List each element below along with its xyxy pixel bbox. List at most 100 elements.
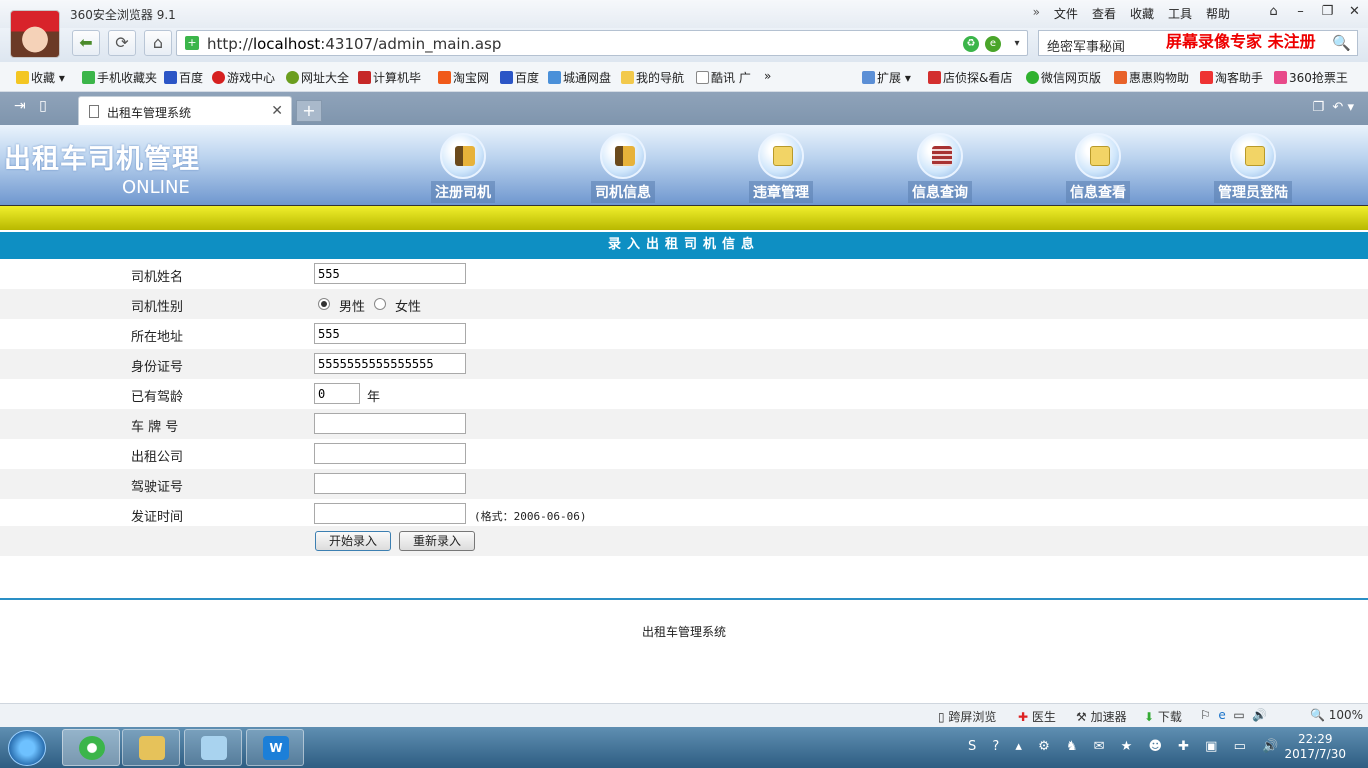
issue-date-input[interactable] <box>314 503 466 524</box>
home-button[interactable]: ⌂ <box>144 30 172 56</box>
taskbar-notepad[interactable] <box>184 729 242 766</box>
dropdown-chevron-icon[interactable]: ▾ <box>1009 36 1025 52</box>
clock-time: 22:29 <box>1297 732 1333 746</box>
menu-more[interactable]: » <box>1033 5 1040 22</box>
company-label: 出租公司 <box>131 450 184 465</box>
menu-view[interactable]: 查看 <box>1092 5 1116 22</box>
accelerator-button[interactable]: ⚒ 加速器 <box>1076 708 1127 725</box>
tab-active[interactable]: 出租车管理系统 ✕ <box>78 96 292 125</box>
clock-date: 2017/7/30 <box>1284 747 1346 761</box>
nav-driver-info[interactable]: 司机信息 <box>573 133 673 203</box>
new-tab-button[interactable]: + <box>296 100 322 122</box>
cross-screen-button[interactable]: ▯ 跨屏浏览 <box>938 708 996 725</box>
download-button[interactable]: ⬇ 下载 <box>1144 708 1182 725</box>
web-page: 出租车司机管理 ONLINE 注册司机 司机信息 违章管理 信息查询 信息查看 … <box>0 125 1368 703</box>
plate-label: 车 牌 号 <box>131 420 179 435</box>
doctor-button[interactable]: ✚ 医生 <box>1018 708 1056 725</box>
form-row-issue-date: 发证时间 (格式：2006-06-06) <box>0 499 1368 529</box>
maximize-button[interactable]: ❐ <box>1314 0 1341 24</box>
bookmark-item[interactable]: 360抢票王 <box>1274 69 1348 86</box>
status-bar: ▯ 跨屏浏览 ✚ 医生 ⚒ 加速器 ⬇ 下载 ⚐ e ▭ 🔊 🔍 100% <box>0 703 1368 727</box>
taskbar-explorer[interactable] <box>122 729 180 766</box>
bookmark-item[interactable]: 惠惠购物助 <box>1114 69 1189 86</box>
address-url: http://localhost:43107/admin_main.asp <box>207 35 502 53</box>
tab-close-icon[interactable]: ✕ <box>271 103 283 119</box>
nav-register-driver[interactable]: 注册司机 <box>413 133 513 203</box>
plate-number-input[interactable] <box>314 413 466 434</box>
taskbar-360-browser[interactable] <box>62 729 120 766</box>
bookmark-item[interactable]: 我的导航 <box>621 69 684 86</box>
tab-tools-icon[interactable]: ❐ ↶ ▾ <box>1313 100 1354 115</box>
stack-icon <box>917 133 963 179</box>
menu-favorites[interactable]: 收藏 <box>1130 5 1154 22</box>
bookmark-item[interactable]: 游戏中心 <box>212 69 275 86</box>
tab-title: 出租车管理系统 <box>107 106 192 120</box>
site-title: 出租车司机管理 <box>4 144 200 175</box>
ctdisk-icon <box>548 71 561 84</box>
bookmark-item[interactable]: 收藏 ▾ <box>16 69 65 86</box>
bookmarks-more[interactable]: » <box>764 69 771 83</box>
bookmark-item[interactable]: 百度 <box>500 69 539 86</box>
bookmark-item[interactable]: 微信网页版 <box>1026 69 1101 86</box>
bookmark-item[interactable]: 淘宝网 <box>438 69 489 86</box>
bookmark-item[interactable]: 淘客助手 <box>1200 69 1263 86</box>
bookmarks-bar: 收藏 ▾ 手机收藏夹 百度 游戏中心 网址大全 计算机毕 淘宝网 百度 城通网盘… <box>0 62 1368 92</box>
reset-button[interactable]: 重新录入 <box>399 531 475 551</box>
search-query: 绝密军事秘闻 <box>1047 40 1126 55</box>
menu-help[interactable]: 帮助 <box>1206 5 1230 22</box>
bookmark-item[interactable]: 店侦探&看店 <box>928 69 1012 86</box>
skin-icon[interactable]: ⌂ <box>1260 0 1287 24</box>
male-radio[interactable] <box>318 298 330 310</box>
refresh-button[interactable]: ⟳ <box>108 30 136 56</box>
address-input[interactable] <box>314 323 466 344</box>
license-number-input[interactable] <box>314 473 466 494</box>
bookmark-item[interactable]: 网址大全 <box>286 69 349 86</box>
female-label: 女性 <box>395 300 422 315</box>
game-icon <box>212 71 225 84</box>
form-row-years: 已有驾龄 年 <box>0 379 1368 409</box>
menu-tools[interactable]: 工具 <box>1168 5 1192 22</box>
start-button[interactable] <box>8 730 46 766</box>
user-avatar[interactable] <box>10 10 60 58</box>
close-button[interactable]: ✕ <box>1341 0 1368 24</box>
bookmark-item[interactable]: 手机收藏夹 <box>82 69 157 86</box>
shop-icon <box>928 71 941 84</box>
driver-name-input[interactable] <box>314 263 466 284</box>
nav-info-query[interactable]: 信息查询 <box>890 133 990 203</box>
minimize-button[interactable]: – <box>1287 0 1314 24</box>
gender-label: 司机性别 <box>131 300 184 315</box>
address-bar[interactable]: + http://localhost:43107/admin_main.asp … <box>176 30 1028 56</box>
browser-mode-icon[interactable]: e <box>985 36 1001 52</box>
nav-violation-management[interactable]: 违章管理 <box>731 133 831 203</box>
recycle-icon[interactable]: ♻ <box>963 36 979 52</box>
sidebar-toggle-icon[interactable]: ⇥ ▯ <box>14 98 47 114</box>
nav-admin-login[interactable]: 管理员登陆 <box>1203 133 1303 203</box>
bookmark-icon <box>358 71 371 84</box>
submit-button[interactable]: 开始录入 <box>315 531 391 551</box>
id-number-input[interactable] <box>314 353 466 374</box>
taoke-icon <box>1200 71 1213 84</box>
security-shield-icon: + <box>185 36 199 50</box>
back-button[interactable]: ⬅ <box>72 30 100 56</box>
female-radio[interactable] <box>374 298 386 310</box>
folder-icon <box>139 736 165 760</box>
nav-info-view[interactable]: 信息查看 <box>1048 133 1148 203</box>
system-tray-icons[interactable]: S ? ▴ ⚙ ♞ ✉ ★ ☻ ✚ ▣ ▭ 🔊 <box>968 739 1284 754</box>
bookmark-item[interactable]: 城通网盘 <box>548 69 611 86</box>
baidu-icon <box>164 71 177 84</box>
clock[interactable]: 22:29 2017/7/30 <box>1284 732 1346 762</box>
bookmark-item[interactable]: 酷讯 广 <box>696 69 751 86</box>
driving-years-input[interactable] <box>314 383 360 404</box>
search-icon[interactable]: 🔍 <box>1332 34 1351 52</box>
extensions-menu[interactable]: 扩展 ▾ <box>862 69 911 86</box>
bookmark-item[interactable]: 计算机毕 <box>358 69 421 86</box>
zoom-level[interactable]: 🔍 100% <box>1310 708 1363 722</box>
tab-bar: ⇥ ▯ 出租车管理系统 ✕ + ❐ ↶ ▾ <box>0 92 1368 125</box>
notepad-icon <box>201 736 227 760</box>
taskbar-wps[interactable]: W <box>246 729 304 766</box>
folder-icon <box>758 133 804 179</box>
bookmark-item[interactable]: 百度 <box>164 69 203 86</box>
company-input[interactable] <box>314 443 466 464</box>
status-icons[interactable]: ⚐ e ▭ 🔊 <box>1200 708 1267 722</box>
menu-file[interactable]: 文件 <box>1054 5 1078 22</box>
